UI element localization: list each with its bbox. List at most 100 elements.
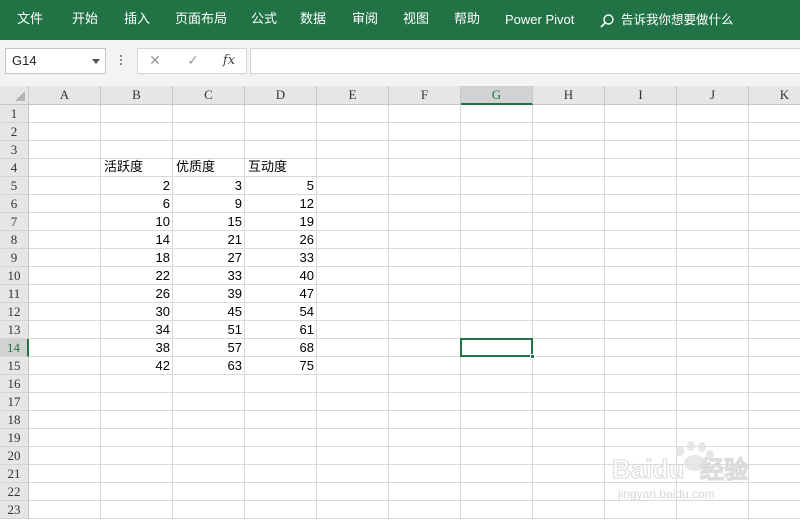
cell-g10[interactable] (461, 267, 533, 285)
cell-d19[interactable] (245, 429, 317, 447)
cell-k2[interactable] (749, 123, 800, 141)
cell-g2[interactable] (461, 123, 533, 141)
cell-b9[interactable]: 18 (101, 249, 173, 267)
cell-b3[interactable] (101, 141, 173, 159)
cell-d7[interactable]: 19 (245, 213, 317, 231)
cell-b20[interactable] (101, 447, 173, 465)
cell-b15[interactable]: 42 (101, 357, 173, 375)
cell-c22[interactable] (173, 483, 245, 501)
cell-k17[interactable] (749, 393, 800, 411)
cell-h19[interactable] (533, 429, 605, 447)
cell-k8[interactable] (749, 231, 800, 249)
cell-j18[interactable] (677, 411, 749, 429)
cell-k11[interactable] (749, 285, 800, 303)
cell-k10[interactable] (749, 267, 800, 285)
cell-a1[interactable] (29, 105, 101, 123)
cell-h1[interactable] (533, 105, 605, 123)
cell-e2[interactable] (317, 123, 389, 141)
cell-b1[interactable] (101, 105, 173, 123)
row-header-6[interactable]: 6 (0, 195, 29, 213)
cell-c9[interactable]: 27 (173, 249, 245, 267)
cell-e14[interactable] (317, 339, 389, 357)
cell-c18[interactable] (173, 411, 245, 429)
chevron-down-icon[interactable] (92, 59, 100, 64)
cell-b5[interactable]: 2 (101, 177, 173, 195)
cell-h7[interactable] (533, 213, 605, 231)
tab-formulas[interactable]: 公式 (251, 0, 277, 40)
tab-insert[interactable]: 插入 (124, 0, 150, 40)
select-all-corner[interactable] (0, 86, 29, 105)
cell-e16[interactable] (317, 375, 389, 393)
row-header-21[interactable]: 21 (0, 465, 29, 483)
cell-f6[interactable] (389, 195, 461, 213)
row-header-17[interactable]: 17 (0, 393, 29, 411)
cell-i11[interactable] (605, 285, 677, 303)
cell-c11[interactable]: 39 (173, 285, 245, 303)
cell-j12[interactable] (677, 303, 749, 321)
cell-h21[interactable] (533, 465, 605, 483)
cell-a18[interactable] (29, 411, 101, 429)
cell-k1[interactable] (749, 105, 800, 123)
name-box[interactable]: G14 (5, 48, 106, 74)
cell-b8[interactable]: 14 (101, 231, 173, 249)
column-header-d[interactable]: D (245, 86, 317, 105)
cell-a9[interactable] (29, 249, 101, 267)
cell-d23[interactable] (245, 501, 317, 519)
more-options-icon[interactable] (119, 53, 123, 69)
cell-d15[interactable]: 75 (245, 357, 317, 375)
cell-b17[interactable] (101, 393, 173, 411)
cell-f18[interactable] (389, 411, 461, 429)
cell-f5[interactable] (389, 177, 461, 195)
cell-g9[interactable] (461, 249, 533, 267)
tab-view[interactable]: 视图 (403, 0, 429, 40)
cell-d14[interactable]: 68 (245, 339, 317, 357)
cell-e3[interactable] (317, 141, 389, 159)
cell-d5[interactable]: 5 (245, 177, 317, 195)
cell-b4[interactable]: 活跃度 (101, 159, 173, 177)
cell-a8[interactable] (29, 231, 101, 249)
cell-a16[interactable] (29, 375, 101, 393)
formula-input[interactable] (250, 48, 800, 74)
cell-j17[interactable] (677, 393, 749, 411)
cell-f17[interactable] (389, 393, 461, 411)
cell-a4[interactable] (29, 159, 101, 177)
cell-b7[interactable]: 10 (101, 213, 173, 231)
tab-file[interactable]: 文件 (17, 0, 43, 40)
cell-c17[interactable] (173, 393, 245, 411)
cell-a7[interactable] (29, 213, 101, 231)
row-header-7[interactable]: 7 (0, 213, 29, 231)
cell-j9[interactable] (677, 249, 749, 267)
cell-i12[interactable] (605, 303, 677, 321)
cell-i10[interactable] (605, 267, 677, 285)
cell-a6[interactable] (29, 195, 101, 213)
cell-g19[interactable] (461, 429, 533, 447)
cell-c19[interactable] (173, 429, 245, 447)
cell-f14[interactable] (389, 339, 461, 357)
cell-e17[interactable] (317, 393, 389, 411)
cell-e12[interactable] (317, 303, 389, 321)
cell-a12[interactable] (29, 303, 101, 321)
cell-g1[interactable] (461, 105, 533, 123)
cell-b11[interactable]: 26 (101, 285, 173, 303)
cell-e23[interactable] (317, 501, 389, 519)
cell-f22[interactable] (389, 483, 461, 501)
column-header-e[interactable]: E (317, 86, 389, 105)
cell-a23[interactable] (29, 501, 101, 519)
cell-b18[interactable] (101, 411, 173, 429)
cell-f11[interactable] (389, 285, 461, 303)
cell-i3[interactable] (605, 141, 677, 159)
cell-e8[interactable] (317, 231, 389, 249)
column-header-g[interactable]: G (461, 86, 533, 105)
cell-d13[interactable]: 61 (245, 321, 317, 339)
cell-g4[interactable] (461, 159, 533, 177)
cell-g5[interactable] (461, 177, 533, 195)
row-header-3[interactable]: 3 (0, 141, 29, 159)
cell-e5[interactable] (317, 177, 389, 195)
cancel-icon[interactable]: ✕ (142, 49, 168, 73)
cell-c20[interactable] (173, 447, 245, 465)
cell-k16[interactable] (749, 375, 800, 393)
cell-b2[interactable] (101, 123, 173, 141)
tab-data[interactable]: 数据 (300, 0, 326, 40)
cell-i4[interactable] (605, 159, 677, 177)
cell-i13[interactable] (605, 321, 677, 339)
